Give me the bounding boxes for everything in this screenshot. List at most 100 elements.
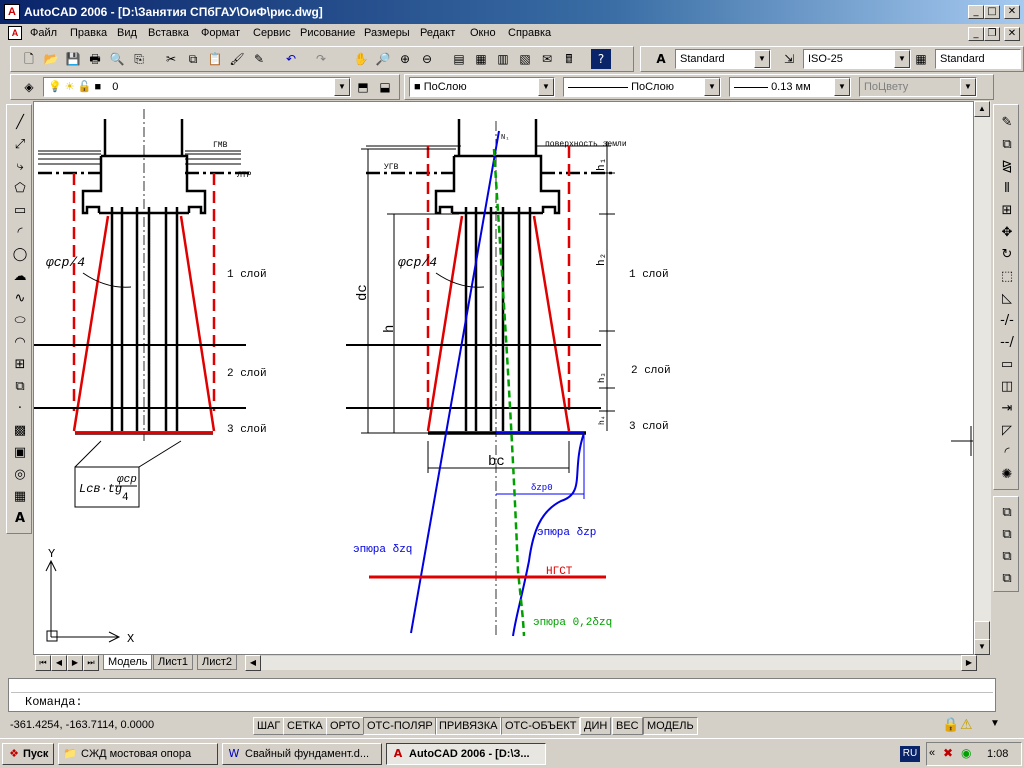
communication-center-icon[interactable]: ⚠ xyxy=(960,716,973,733)
sheet-set-icon[interactable]: ▧ xyxy=(515,49,535,69)
properties-icon[interactable]: ▤ xyxy=(449,49,469,69)
new-icon[interactable]: 🗋 xyxy=(19,49,39,69)
command-window[interactable]: Команда: xyxy=(8,678,996,712)
horizontal-scrollbar[interactable] xyxy=(249,656,961,670)
make-block-icon[interactable]: ⧉ xyxy=(10,377,30,397)
send-to-back-icon[interactable]: ⧉ xyxy=(997,525,1017,545)
layer-previous-icon[interactable]: ⬓ xyxy=(375,77,395,97)
array-icon[interactable]: ⊞ xyxy=(997,201,1017,221)
move-icon[interactable]: ✥ xyxy=(997,223,1017,243)
text-style-icon[interactable]: A xyxy=(651,49,671,69)
preview-icon[interactable]: 🔍 xyxy=(107,49,127,69)
explode-icon[interactable]: ✺ xyxy=(997,465,1017,485)
publish-icon[interactable]: ⎘ xyxy=(129,49,149,69)
pan-icon[interactable]: ✋ xyxy=(351,49,371,69)
point-icon[interactable]: · xyxy=(10,399,30,419)
menu-edit[interactable]: Правка xyxy=(70,27,107,39)
table-style-select[interactable]: Standard xyxy=(935,49,1021,69)
vertical-scrollbar[interactable]: ▲ ▼ xyxy=(974,101,991,655)
offset-icon[interactable]: ⫴ xyxy=(997,179,1017,199)
layer-select[interactable]: 💡 ☀ 🔓 ■ 0 ▼ xyxy=(43,77,351,97)
mirror-icon[interactable]: ⧎ xyxy=(997,157,1017,177)
doc-minimize-button[interactable]: _ xyxy=(968,27,984,41)
menu-format[interactable]: Формат xyxy=(201,27,240,39)
drawing-canvas[interactable]: φср/4 ГМВ ЛТР 1 слой 2 слой 3 слой Lсв·t… xyxy=(33,101,974,655)
match-properties-icon[interactable]: 🖌 xyxy=(227,49,247,69)
maximize-button[interactable]: □ xyxy=(984,5,1000,19)
chevron-down-icon[interactable]: ▼ xyxy=(334,78,350,96)
tab-next-icon[interactable]: ▶ xyxy=(67,655,83,671)
undo-icon[interactable]: ↶ xyxy=(281,49,301,69)
zoom-realtime-icon[interactable]: 🔎 xyxy=(373,49,393,69)
polygon-icon[interactable]: ⬠ xyxy=(10,179,30,199)
tool-palettes-icon[interactable]: ▥ xyxy=(493,49,513,69)
chamfer-icon[interactable]: ◸ xyxy=(997,421,1017,441)
hatch-icon[interactable]: ▩ xyxy=(10,421,30,441)
trim-icon[interactable]: -/- xyxy=(997,311,1017,331)
layer-manager-icon[interactable]: ◈ xyxy=(19,77,39,97)
region-icon[interactable]: ◎ xyxy=(10,465,30,485)
menu-help[interactable]: Справка xyxy=(508,27,551,39)
grid-toggle[interactable]: СЕТКА xyxy=(283,717,327,735)
linetype-select[interactable]: ПоСлою ▼ xyxy=(563,77,721,97)
tab-model[interactable]: Модель xyxy=(103,655,153,670)
minimize-button[interactable]: _ xyxy=(968,5,984,19)
tab-layout2[interactable]: Лист2 xyxy=(197,655,238,670)
fillet-icon[interactable]: ◜ xyxy=(997,443,1017,463)
rotate-icon[interactable]: ↻ xyxy=(997,245,1017,265)
otrack-toggle[interactable]: ОТС-ОБЪЕКТ xyxy=(501,717,581,735)
table-icon[interactable]: ▦ xyxy=(10,487,30,507)
tray-expand-icon[interactable]: « xyxy=(929,747,935,759)
dim-style-icon[interactable]: ⇲ xyxy=(779,49,799,69)
markup-icon[interactable]: ✉ xyxy=(537,49,557,69)
calculator-icon[interactable]: 🖩 xyxy=(559,49,579,69)
doc-restore-button[interactable]: ❐ xyxy=(984,27,1000,41)
polar-toggle[interactable]: ОТС-ПОЛЯР xyxy=(363,717,437,735)
scale-icon[interactable]: ⬚ xyxy=(997,267,1017,287)
clock[interactable]: 1:08 xyxy=(987,748,1008,760)
menu-window[interactable]: Окно xyxy=(470,27,496,39)
color-select[interactable]: ■ ПоСлою ▼ xyxy=(409,77,555,97)
erase-icon[interactable]: ✎ xyxy=(997,113,1017,133)
chevron-down-icon[interactable]: ▼ xyxy=(538,78,554,96)
copy-icon[interactable]: ⧉ xyxy=(183,49,203,69)
chevron-down-icon[interactable]: ▼ xyxy=(754,50,770,68)
paste-icon[interactable]: 📋 xyxy=(205,49,225,69)
join-icon[interactable]: ⇥ xyxy=(997,399,1017,419)
ellipse-icon[interactable]: ⬭ xyxy=(10,311,30,331)
title-bar[interactable]: A AutoCAD 2006 - [D:\Занятия СПбГАУ\ОиФ\… xyxy=(0,0,1024,24)
scroll-up-icon[interactable]: ▲ xyxy=(974,101,990,117)
dim-style-select[interactable]: ISO-25 ▼ xyxy=(803,49,911,69)
spline-icon[interactable]: ∿ xyxy=(10,289,30,309)
ortho-toggle[interactable]: ОРТО xyxy=(326,717,365,735)
lock-icon[interactable]: 🔒 xyxy=(942,716,959,733)
line-icon[interactable]: ╱ xyxy=(10,113,30,133)
text-style-select[interactable]: Standard ▼ xyxy=(675,49,771,69)
redo-icon[interactable]: ↷ xyxy=(311,49,331,69)
command-prompt[interactable]: Команда: xyxy=(25,695,83,709)
ellipse-arc-icon[interactable]: ◠ xyxy=(10,333,30,353)
chevron-down-icon[interactable]: ▼ xyxy=(704,78,720,96)
tab-layout1[interactable]: Лист1 xyxy=(153,655,194,670)
dyn-toggle[interactable]: ДИН xyxy=(580,717,612,735)
zoom-previous-icon[interactable]: ⊖ xyxy=(417,49,437,69)
plot-icon[interactable]: 🖶 xyxy=(85,49,105,69)
send-under-icon[interactable]: ⧉ xyxy=(997,569,1017,589)
osnap-toggle[interactable]: ПРИВЯЗКА xyxy=(435,717,502,735)
multiline-text-icon[interactable]: A xyxy=(10,509,30,529)
task-autocad[interactable]: A AutoCAD 2006 - [D:\З... xyxy=(386,743,546,765)
table-style-icon[interactable]: ▦ xyxy=(911,49,931,69)
circle-icon[interactable]: ◯ xyxy=(10,245,30,265)
save-icon[interactable]: 💾 xyxy=(63,49,83,69)
autocad-logo-icon[interactable]: A xyxy=(4,4,20,20)
model-toggle[interactable]: МОДЕЛЬ xyxy=(643,717,698,735)
break-at-point-icon[interactable]: ▭ xyxy=(997,355,1017,375)
close-button[interactable]: ✕ xyxy=(1004,5,1020,19)
construction-line-icon[interactable]: ⤢ xyxy=(10,135,30,155)
tab-first-icon[interactable]: ⏮ xyxy=(35,655,51,671)
revision-cloud-icon[interactable]: ☁ xyxy=(10,267,30,287)
menu-tools[interactable]: Сервис xyxy=(253,27,291,39)
status-menu-chevron-icon[interactable]: ▼ xyxy=(990,718,1000,729)
menu-modify[interactable]: Редакт xyxy=(420,27,455,39)
task-word-doc[interactable]: W Свайный фундамент.d... xyxy=(222,743,382,765)
